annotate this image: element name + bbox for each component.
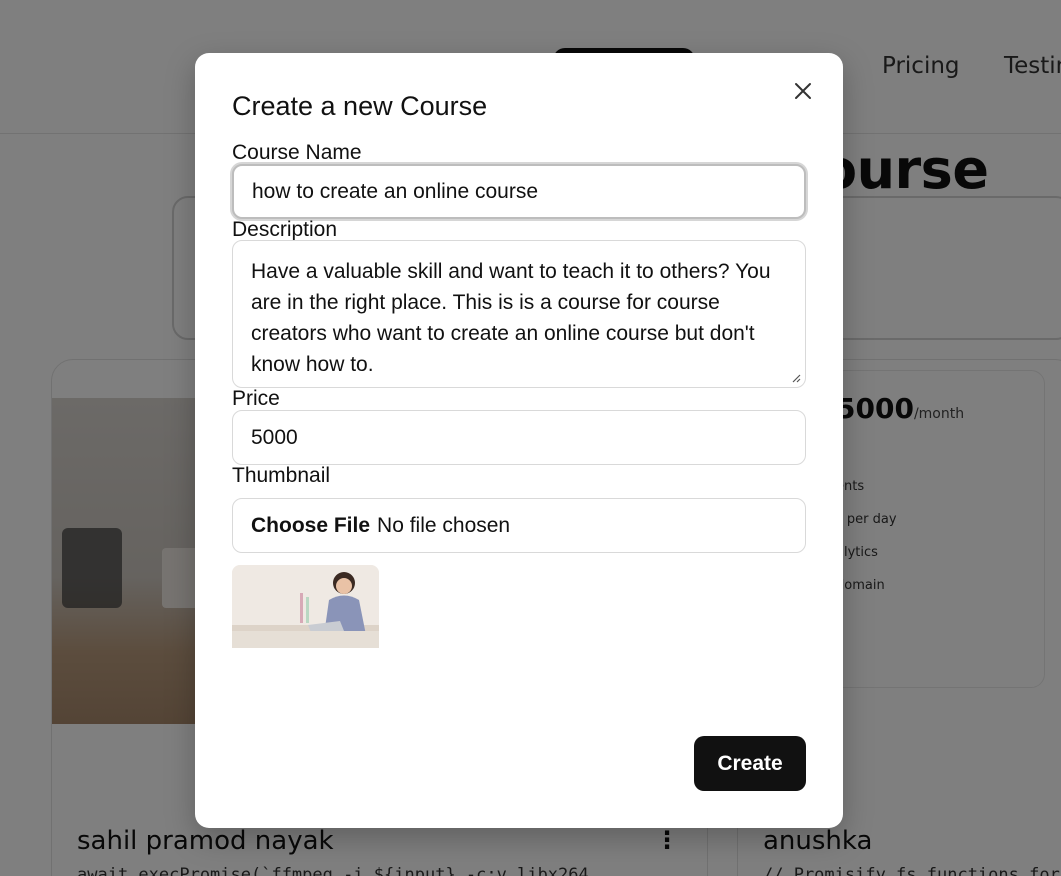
thumbnail-file-input[interactable]: Choose File No file chosen — [232, 498, 806, 553]
description-textarea[interactable]: Have a valuable skill and want to teach … — [232, 240, 806, 388]
modal-title: Create a new Course — [232, 91, 488, 121]
choose-file-button[interactable]: Choose File — [251, 514, 370, 538]
course-name-label: Course Name — [232, 141, 362, 164]
price-value: 5000 — [251, 425, 298, 449]
thumbnail-photo-icon — [232, 565, 379, 648]
close-icon — [795, 83, 811, 99]
thumbnail-label: Thumbnail — [232, 464, 331, 487]
price-input[interactable]: 5000 — [232, 410, 806, 465]
price-label: Price — [232, 387, 280, 410]
thumbnail-preview — [232, 565, 379, 648]
resize-handle-icon[interactable] — [791, 373, 801, 383]
close-button[interactable] — [791, 79, 815, 103]
course-name-value: how to create an online course — [252, 179, 539, 203]
file-status: No file chosen — [377, 513, 511, 537]
create-button[interactable]: Create — [694, 736, 806, 791]
description-label: Description — [232, 218, 338, 241]
course-name-input[interactable]: how to create an online course — [232, 164, 806, 219]
create-course-modal: Create a new Course Course Name how to c… — [195, 53, 843, 828]
description-value: Have a valuable skill and want to teach … — [251, 260, 771, 376]
